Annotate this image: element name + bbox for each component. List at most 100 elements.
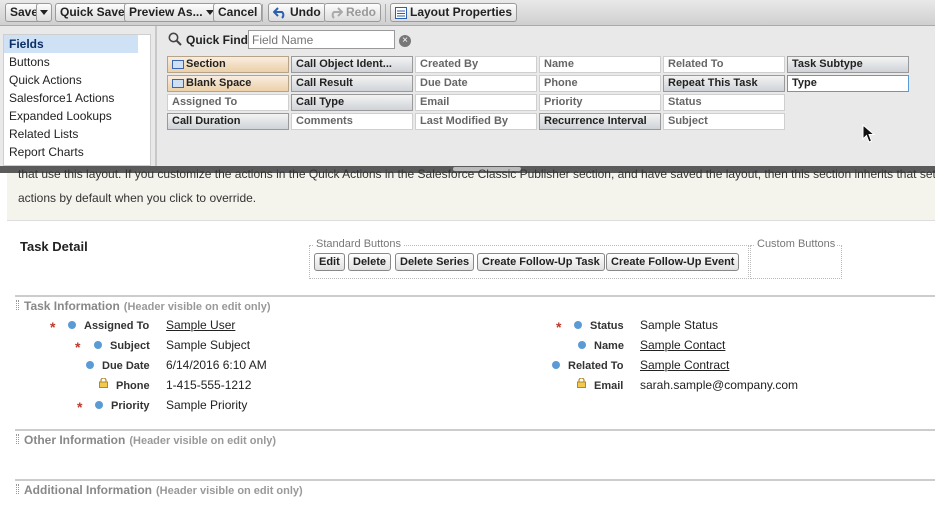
field-repeat-this-task[interactable]: Repeat This Task [663, 75, 785, 92]
preview-as-button[interactable]: Preview As... [124, 3, 219, 22]
cancel-button[interactable]: Cancel [213, 3, 263, 22]
label-related-to: Related To [568, 360, 624, 372]
section-title-text: Task Information [24, 299, 120, 313]
delete-series-button[interactable]: Delete Series [395, 253, 475, 271]
field-last-modified-by[interactable]: Last Modified By [415, 113, 537, 130]
required-marker: * [50, 319, 56, 335]
blank-space-icon [172, 78, 184, 88]
section-task-information[interactable]: Task Information (Header visible on edit … [15, 295, 935, 313]
field-type[interactable]: Type [787, 75, 909, 92]
mouse-cursor-icon [862, 124, 876, 143]
field-section[interactable]: Section [167, 56, 289, 73]
value-due-date: 6/14/2016 6:10 AM [166, 358, 267, 372]
create-follow-up-task-button[interactable]: Create Follow-Up Task [477, 253, 605, 271]
label-status: Status [590, 320, 624, 332]
field-recurrence-interval[interactable]: Recurrence Interval [539, 113, 661, 130]
chevron-down-icon [40, 10, 48, 16]
lock-icon [577, 378, 586, 388]
field-phone[interactable]: Phone [539, 75, 661, 92]
toolbar: Save Quick Save Preview As... Cancel Und… [0, 0, 935, 26]
category-fields[interactable]: Fields [4, 35, 138, 53]
custom-buttons-box [750, 245, 842, 279]
drag-grip-icon[interactable] [16, 300, 19, 310]
field-call-object-identifier[interactable]: Call Object Ident... [291, 56, 413, 73]
field-status[interactable]: Status [663, 94, 785, 111]
field-label: Section [186, 58, 226, 70]
category-buttons[interactable]: Buttons [4, 53, 150, 71]
section-additional-information[interactable]: Additional Information (Header visible on… [15, 479, 935, 497]
undo-label: Undo [290, 5, 321, 19]
field-indicator-icon [95, 401, 103, 409]
quick-save-label: Quick Save [60, 5, 125, 19]
label-email: Email [594, 380, 624, 392]
value-assigned-to[interactable]: Sample User [166, 318, 235, 332]
value-name[interactable]: Sample Contact [640, 338, 725, 352]
value-related-to[interactable]: Sample Contract [640, 358, 729, 372]
toolbar-divider [385, 4, 386, 22]
section-subtitle: (Header visible on edit only) [123, 301, 271, 313]
field-call-type[interactable]: Call Type [291, 94, 413, 111]
section-other-information[interactable]: Other Information (Header visible on edit… [15, 429, 935, 447]
field-blank-space[interactable]: Blank Space [167, 75, 289, 92]
redo-button[interactable]: Redo [324, 3, 381, 22]
field-task-subtype[interactable]: Task Subtype [787, 56, 909, 73]
detail-title: Task Detail [20, 239, 88, 254]
delete-button[interactable]: Delete [348, 253, 392, 271]
save-dropdown-button[interactable] [36, 3, 52, 22]
custom-buttons-label: Custom Buttons [755, 238, 838, 250]
required-marker: * [77, 399, 83, 415]
field-call-result[interactable]: Call Result [291, 75, 413, 92]
field-indicator-icon [578, 341, 586, 349]
label-subject: Subject [110, 340, 150, 352]
clear-search-icon[interactable]: × [399, 35, 411, 47]
edit-button[interactable]: Edit [314, 253, 345, 271]
field-indicator-icon [86, 361, 94, 369]
category-related-lists[interactable]: Related Lists [4, 125, 150, 143]
notice-line-2: actions by default when you click to ove… [18, 191, 257, 205]
value-email: sarah.sample@company.com [640, 378, 799, 392]
category-quick-actions[interactable]: Quick Actions [4, 71, 150, 89]
category-report-charts[interactable]: Report Charts [4, 143, 150, 161]
field-indicator-icon [574, 321, 582, 329]
info-notice: that use this layout. If you customize t… [7, 167, 935, 221]
value-subject: Sample Subject [166, 338, 251, 352]
create-follow-up-event-button[interactable]: Create Follow-Up Event [606, 253, 740, 271]
field-subject[interactable]: Subject [663, 113, 785, 130]
toolbar-divider [262, 4, 263, 22]
label-name: Name [594, 340, 624, 352]
field-priority[interactable]: Priority [539, 94, 661, 111]
field-call-duration[interactable]: Call Duration [167, 113, 289, 130]
field-comments[interactable]: Comments [291, 113, 413, 130]
label-phone: Phone [116, 380, 150, 392]
undo-icon [273, 7, 285, 19]
drag-grip-icon[interactable] [16, 484, 19, 494]
field-due-date[interactable]: Due Date [415, 75, 537, 92]
field-label: Blank Space [186, 77, 252, 89]
required-marker: * [75, 339, 81, 355]
field-related-to[interactable]: Related To [663, 56, 785, 73]
palette-category-list: Fields Buttons Quick Actions Salesforce1… [3, 34, 151, 166]
required-marker: * [556, 319, 562, 335]
section-title-text: Other Information [24, 433, 126, 447]
layout-properties-label: Layout Properties [410, 5, 513, 19]
drag-grip-icon[interactable] [16, 434, 19, 444]
field-created-by[interactable]: Created By [415, 56, 537, 73]
preview-as-label: Preview As... [129, 5, 203, 19]
field-email[interactable]: Email [415, 94, 537, 111]
search-icon [168, 32, 182, 46]
layout-properties-button[interactable]: Layout Properties [390, 3, 518, 22]
standard-buttons-label: Standard Buttons [314, 238, 404, 250]
category-salesforce1-actions[interactable]: Salesforce1 Actions [4, 89, 150, 107]
category-expanded-lookups[interactable]: Expanded Lookups [4, 107, 150, 125]
lock-icon [99, 378, 108, 388]
value-status: Sample Status [640, 318, 719, 332]
quick-save-button[interactable]: Quick Save [55, 3, 130, 22]
section-title: Task Information (Header visible on edit … [24, 299, 271, 313]
field-name[interactable]: Name [539, 56, 661, 73]
cancel-label: Cancel [218, 5, 258, 19]
field-assigned-to[interactable]: Assigned To [167, 94, 289, 111]
field-indicator-icon [94, 341, 102, 349]
section-subtitle: (Header visible on edit only) [129, 435, 277, 447]
undo-button[interactable]: Undo [268, 3, 326, 22]
quick-find-input[interactable] [248, 30, 395, 49]
